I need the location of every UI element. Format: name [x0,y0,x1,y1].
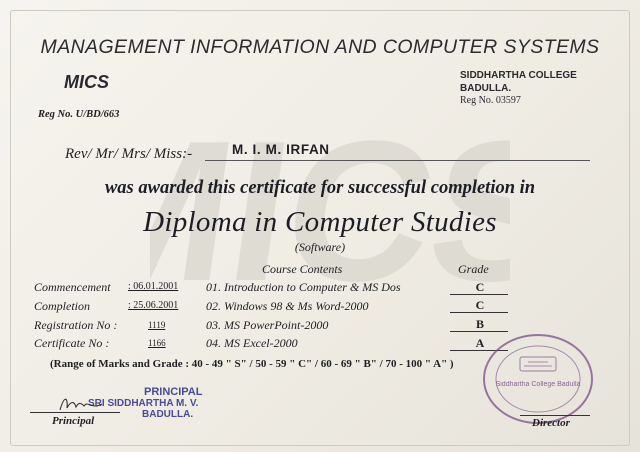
registration-label: Registration No : [34,318,118,332]
institute-title: MANAGEMENT INFORMATION AND COMPUTER SYST… [40,36,600,58]
grade-heading: Grade [458,262,489,276]
recipient-name: M. I. M. IRFAN [232,142,330,157]
course-contents-heading: Course Contents [262,262,343,276]
certificate-label: Certificate No : [34,336,110,350]
course-item-2: 02. Windows 98 & Ms Word-2000 [206,299,369,313]
commencement-label: Commencement [34,280,111,294]
college-name-line1: SIDDHARTHA COLLEGE [460,70,577,81]
grade-2: C [475,298,485,312]
principal-signature-line [30,412,120,413]
institute-reg-no: Reg No. U/BD/663 [38,109,120,120]
course-item-4: 04. MS Excel-2000 [206,336,298,350]
diploma-stream: (Software) [294,240,346,254]
seal-text: Siddhartha College Badulla [496,381,581,388]
college-seal: Siddhartha College Badulla [483,334,593,424]
completion-date: : 25.06.2001 [128,300,179,311]
college-name-line2: BADULLA. [460,82,512,94]
certificate-number: 1166 [148,338,166,348]
director-signature-line [520,415,590,416]
name-underline [205,160,590,161]
diploma-title: Diploma in Computer Studies [143,206,497,238]
grade-line-1 [450,294,508,295]
grading-scale: (Range of Marks and Grade : 40 - 49 " S"… [50,358,454,370]
awarded-text: was awarded this certificate for success… [104,178,536,198]
director-label: Director [532,417,570,429]
course-item-3: 03. MS PowerPoint-2000 [206,318,329,332]
course-item-1: 01. Introduction to Computer & MS Dos [206,280,401,294]
grade-1: C [475,280,485,294]
completion-label: Completion [34,299,90,313]
grade-line-2 [450,312,508,313]
certificate-page: MICS MANAGEMENT INFORMATION AND COMPUTER… [0,0,640,452]
salutation: Rev/ Mr/ Mrs/ Miss:- [65,146,193,162]
org-code: MICS [64,72,109,92]
college-reg-no: Reg No. 03597 [460,95,521,106]
commencement-date: : 06.01.2001 [128,281,179,292]
principal-label: Principal [52,415,95,427]
college-block: SIDDHARTHA COLLEGE BADULLA. Reg No. 0359… [460,70,577,108]
registration-number: 1119 [148,320,166,330]
